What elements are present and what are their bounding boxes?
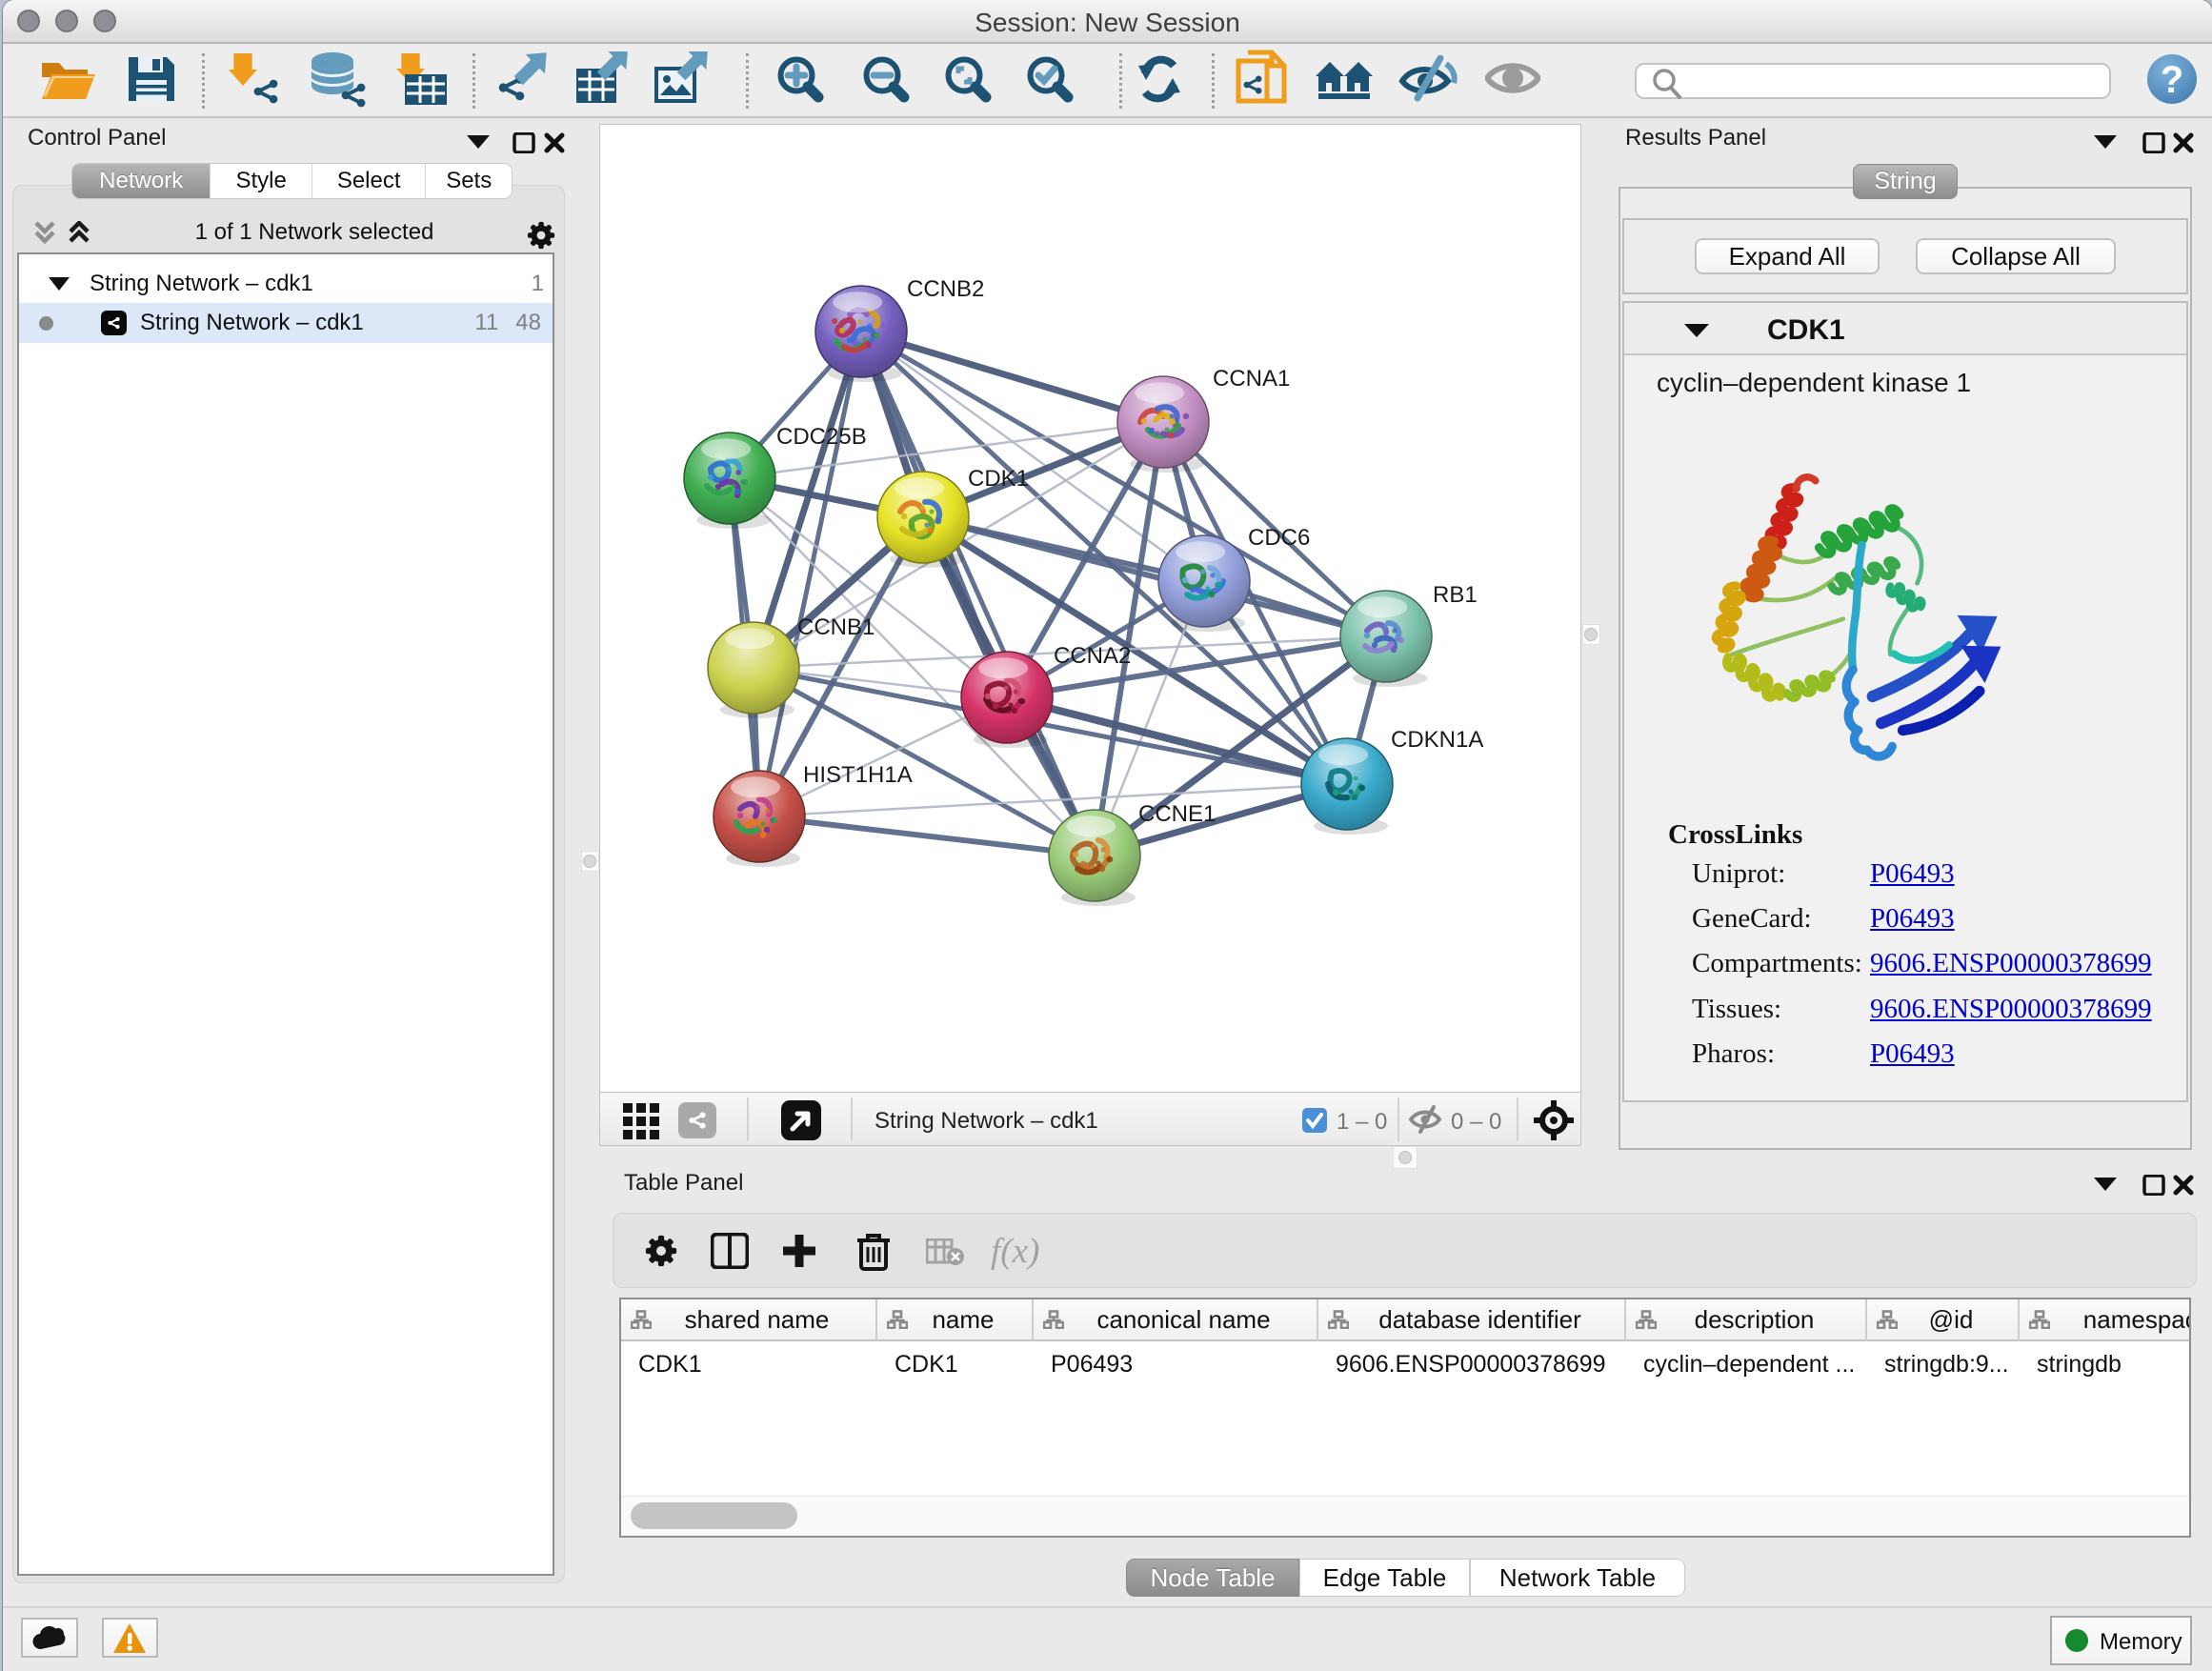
svg-text:CDC6: CDC6 — [1248, 525, 1310, 551]
svg-text:CDC25B: CDC25B — [776, 424, 867, 450]
svg-text:CCNA2: CCNA2 — [1054, 643, 1131, 669]
svg-text:RB1: RB1 — [1433, 582, 1478, 608]
svg-text:CCNE1: CCNE1 — [1138, 801, 1216, 827]
svg-text:CCNA1: CCNA1 — [1213, 366, 1290, 392]
svg-text:CCNB2: CCNB2 — [907, 276, 984, 302]
svg-text:CDKN1A: CDKN1A — [1391, 727, 1483, 753]
svg-text:CDK1: CDK1 — [968, 466, 1029, 492]
svg-text:?: ? — [2161, 59, 2183, 101]
svg-text:CCNB1: CCNB1 — [797, 614, 875, 640]
svg-text:HIST1H1A: HIST1H1A — [803, 762, 913, 788]
